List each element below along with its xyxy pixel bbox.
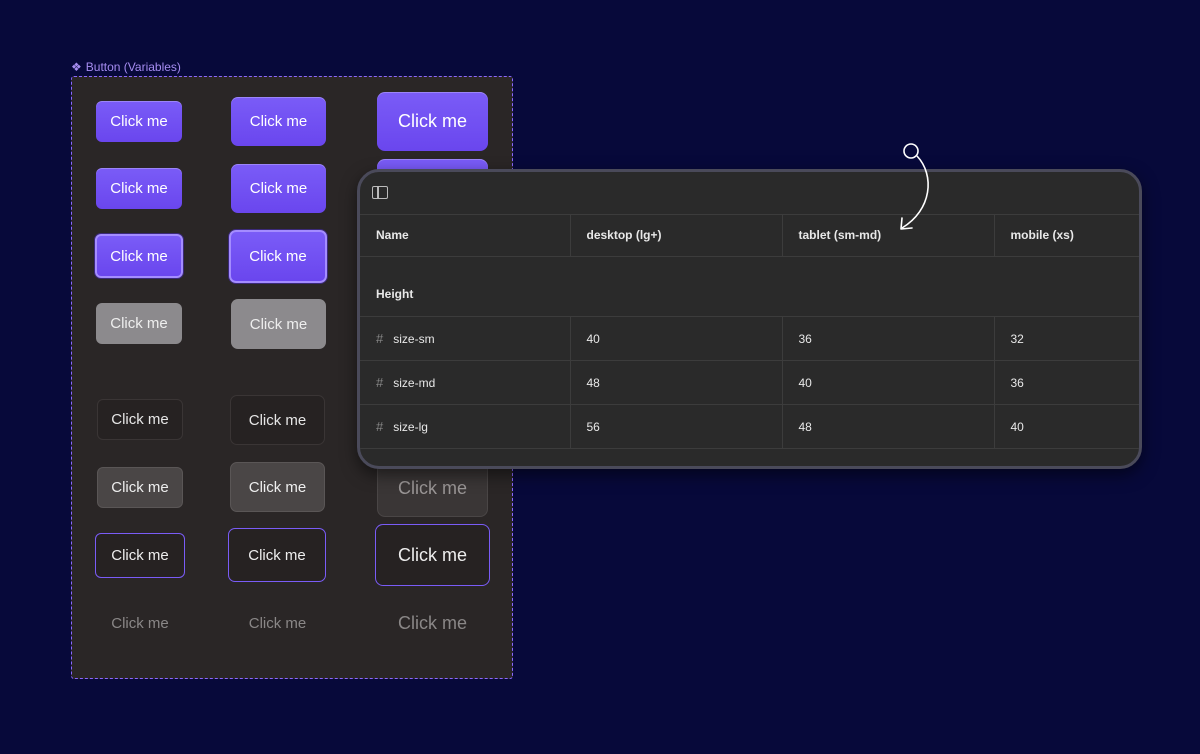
variables-panel: Name desktop (lg+) tablet (sm-md) mobile… bbox=[357, 169, 1142, 469]
variable-name: size-sm bbox=[393, 332, 435, 346]
button-secondary-focus-lg[interactable]: Click me bbox=[375, 524, 490, 586]
button-disabled-md[interactable]: Click me bbox=[231, 299, 326, 349]
button-secondary-hover-md[interactable]: Click me bbox=[230, 462, 325, 512]
column-header-desktop[interactable]: desktop (lg+) bbox=[569, 214, 782, 257]
number-variable-icon: # bbox=[376, 375, 384, 390]
connector-arrow-icon bbox=[900, 143, 929, 230]
button-secondary-hover-sm[interactable]: Click me bbox=[97, 467, 183, 508]
column-header-name[interactable]: Name bbox=[360, 214, 570, 257]
group-label: Height bbox=[360, 256, 1139, 317]
column-header-mobile[interactable]: mobile (xs) bbox=[993, 214, 1139, 257]
table-row[interactable]: # size-md 48 40 36 bbox=[360, 360, 1139, 405]
button-secondary-focus-md[interactable]: Click me bbox=[228, 528, 326, 582]
button-primary-focus-sm[interactable]: Click me bbox=[95, 234, 183, 278]
button-primary-lg[interactable]: Click me bbox=[377, 92, 488, 151]
group-row[interactable]: Height bbox=[360, 256, 1139, 317]
variable-name-cell[interactable]: # size-md bbox=[360, 360, 570, 405]
button-text-sm[interactable]: Click me bbox=[97, 603, 183, 644]
button-primary-hover-md[interactable]: Click me bbox=[231, 164, 326, 213]
column-header-tablet[interactable]: tablet (sm-md) bbox=[781, 214, 994, 257]
value-cell-tablet[interactable]: 40 bbox=[781, 360, 994, 405]
button-primary-hover-sm[interactable]: Click me bbox=[96, 168, 182, 209]
frame-label[interactable]: ❖ Button (Variables) bbox=[71, 59, 181, 75]
button-text-md[interactable]: Click me bbox=[230, 598, 325, 648]
button-secondary-focus-sm[interactable]: Click me bbox=[95, 533, 185, 578]
panel-toolbar bbox=[360, 172, 1139, 215]
value-cell-tablet[interactable]: 36 bbox=[781, 316, 994, 361]
button-disabled-sm[interactable]: Click me bbox=[96, 303, 182, 344]
variable-name-cell[interactable]: # size-sm bbox=[360, 316, 570, 361]
value-cell-desktop[interactable]: 56 bbox=[569, 404, 782, 449]
number-variable-icon: # bbox=[376, 331, 384, 346]
value-cell-mobile[interactable]: 32 bbox=[993, 316, 1139, 361]
variable-name-cell[interactable]: # size-lg bbox=[360, 404, 570, 449]
sidebar-toggle-icon[interactable] bbox=[372, 186, 388, 199]
button-primary-focus-md[interactable]: Click me bbox=[229, 230, 327, 283]
button-primary-md[interactable]: Click me bbox=[231, 97, 326, 146]
value-cell-tablet[interactable]: 48 bbox=[781, 404, 994, 449]
button-secondary-md[interactable]: Click me bbox=[230, 395, 325, 445]
number-variable-icon: # bbox=[376, 419, 384, 434]
table-row[interactable]: # size-sm 40 36 32 bbox=[360, 316, 1139, 361]
value-cell-mobile[interactable]: 36 bbox=[993, 360, 1139, 405]
button-text-lg[interactable]: Click me bbox=[377, 594, 488, 652]
value-cell-desktop[interactable]: 48 bbox=[569, 360, 782, 405]
variable-name: size-lg bbox=[393, 420, 428, 434]
table-header-row: Name desktop (lg+) tablet (sm-md) mobile… bbox=[360, 214, 1139, 257]
variables-table: Name desktop (lg+) tablet (sm-md) mobile… bbox=[360, 214, 1139, 449]
button-secondary-sm[interactable]: Click me bbox=[97, 399, 183, 440]
frame-label-text: Button (Variables) bbox=[85, 60, 181, 74]
value-cell-desktop[interactable]: 40 bbox=[569, 316, 782, 361]
button-primary-sm[interactable]: Click me bbox=[96, 101, 182, 142]
table-row[interactable]: # size-lg 56 48 40 bbox=[360, 404, 1139, 449]
value-cell-mobile[interactable]: 40 bbox=[993, 404, 1139, 449]
component-diamond-icon: ❖ bbox=[71, 60, 82, 74]
variable-name: size-md bbox=[393, 376, 436, 390]
